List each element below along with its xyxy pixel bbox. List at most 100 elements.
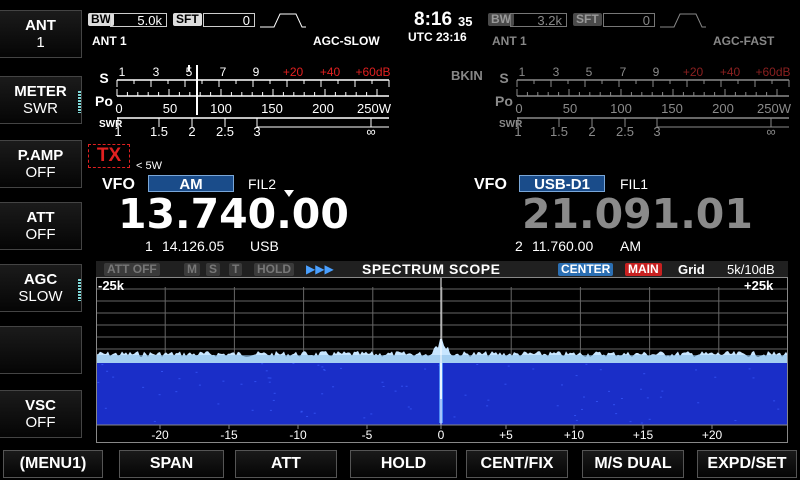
waterfall-noise bbox=[752, 377, 755, 379]
waterfall-noise bbox=[269, 409, 272, 411]
waterfall-noise bbox=[695, 369, 698, 371]
side-key-ant[interactable]: ANT 1 bbox=[0, 10, 82, 58]
side-key-value: OFF bbox=[25, 226, 56, 243]
bottom-key-expd-set[interactable]: EXPD/SET bbox=[697, 450, 797, 478]
waterfall-noise bbox=[507, 365, 510, 367]
po-scale-tick: 100 bbox=[210, 101, 232, 116]
waterfall-noise bbox=[405, 385, 408, 387]
bottom-key-span[interactable]: SPAN bbox=[119, 450, 224, 478]
scope-main[interactable]: MAIN bbox=[625, 263, 662, 276]
waterfall-noise bbox=[363, 417, 366, 419]
waterfall-noise bbox=[613, 404, 616, 406]
side-key-vsc[interactable]: VSC OFF bbox=[0, 390, 82, 438]
waterfall-noise bbox=[661, 390, 664, 392]
waterfall-noise bbox=[265, 370, 268, 372]
main-frequency[interactable]: 13.740.00 bbox=[118, 190, 349, 238]
swr-scale-tick: ∞ bbox=[366, 124, 375, 139]
side-key-agc[interactable]: AGC SLOW bbox=[0, 264, 82, 312]
waterfall-noise bbox=[198, 384, 201, 386]
waterfall-noise bbox=[556, 405, 559, 407]
swr-scale-tick: 1 bbox=[514, 124, 521, 139]
waterfall-noise bbox=[313, 412, 316, 414]
memo-mode: USB bbox=[250, 238, 279, 254]
waterfall-noise bbox=[640, 422, 643, 424]
waterfall-noise bbox=[217, 403, 220, 405]
scope-x-tick: -10 bbox=[289, 428, 307, 442]
po-scale-tick: 50 bbox=[563, 101, 577, 116]
swr-scale-tick: 2 bbox=[188, 124, 195, 139]
s-scale-tick: 3 bbox=[153, 65, 160, 79]
side-key-title: ATT bbox=[26, 209, 55, 226]
side-key-att[interactable]: ATT OFF bbox=[0, 202, 82, 250]
bottom-key-att[interactable]: ATT bbox=[235, 450, 337, 478]
waterfall-noise bbox=[659, 396, 662, 398]
po-meter-label: Po bbox=[495, 93, 513, 109]
sub-memo-frequency: 11.760.00 bbox=[532, 238, 594, 254]
waterfall-noise bbox=[464, 394, 467, 396]
spectrum-scope[interactable]: -20 -15 -10 -5 0 +5 +10 +15 +20 bbox=[96, 277, 788, 443]
waterfall-noise bbox=[532, 368, 535, 370]
po-scale-tick: 200 bbox=[312, 101, 334, 116]
bottom-key-m-s-dual[interactable]: M/S DUAL bbox=[582, 450, 684, 478]
side-key-pamp[interactable]: P.AMP OFF bbox=[0, 140, 82, 188]
scope-x-tick: -5 bbox=[362, 428, 373, 442]
swr-scale-tick: 2.5 bbox=[216, 124, 234, 139]
s-scale-tick: 9 bbox=[653, 65, 660, 79]
po-scale-tick: 150 bbox=[261, 101, 283, 116]
po-scale-tick: 100 bbox=[610, 101, 632, 116]
waterfall-noise bbox=[777, 408, 780, 410]
sub-filter-shape-icon bbox=[660, 13, 706, 28]
waterfall-noise bbox=[222, 380, 225, 382]
side-key-value: SLOW bbox=[18, 288, 63, 305]
sub-frequency[interactable]: 21.091.01 bbox=[522, 190, 753, 238]
waterfall-noise bbox=[599, 369, 602, 371]
waterfall-noise bbox=[620, 397, 623, 399]
bottom-key-hold[interactable]: HOLD bbox=[350, 450, 457, 478]
clock-time: 8:16 bbox=[414, 9, 453, 30]
bottom-key-cent-fix[interactable]: CENT/FIX bbox=[466, 450, 568, 478]
waterfall-noise bbox=[340, 367, 343, 369]
scope-s: S bbox=[206, 263, 221, 276]
s-meter-bar bbox=[196, 65, 198, 115]
scope-grid: Grid bbox=[678, 262, 705, 277]
waterfall-noise bbox=[97, 381, 100, 383]
s-scale-tick: 5 bbox=[586, 65, 593, 79]
scope-right-edge: +25k bbox=[744, 278, 774, 293]
waterfall-noise bbox=[382, 386, 385, 388]
waterfall-noise bbox=[561, 384, 564, 386]
side-key-title: AGC bbox=[23, 271, 58, 288]
waterfall-noise bbox=[714, 376, 717, 378]
s-scale-tick: +20 bbox=[283, 65, 304, 79]
waterfall-noise bbox=[486, 405, 489, 407]
waterfall-noise bbox=[575, 375, 578, 377]
po-scale-tick: 0 bbox=[115, 101, 122, 116]
tx-power: < 5W bbox=[136, 160, 162, 172]
scope-x-tick: +10 bbox=[564, 428, 585, 442]
scope-t: T bbox=[229, 263, 243, 276]
scope-center[interactable]: CENTER bbox=[558, 263, 614, 276]
swr-scale-tick: 1.5 bbox=[150, 124, 168, 139]
waterfall-noise bbox=[240, 383, 243, 385]
s-scale-tick: +40 bbox=[720, 65, 741, 79]
side-key-title: VSC bbox=[25, 397, 56, 414]
bottom-key-menu1[interactable]: (MENU1) bbox=[3, 450, 103, 478]
waterfall-noise bbox=[300, 411, 303, 413]
waterfall-noise bbox=[158, 394, 161, 396]
scope-att-off: ATT OFF bbox=[104, 263, 160, 276]
waterfall-noise bbox=[178, 378, 181, 380]
memo-number: 1 bbox=[145, 238, 153, 254]
scope-span: 5k/10dB bbox=[727, 262, 775, 277]
waterfall-noise bbox=[585, 363, 588, 365]
waterfall-noise bbox=[608, 390, 611, 392]
waterfall-noise bbox=[332, 386, 335, 388]
waterfall-noise bbox=[394, 390, 397, 392]
waterfall-noise bbox=[161, 371, 164, 373]
sub-sft-value: 0 bbox=[603, 13, 655, 28]
side-key-blank[interactable] bbox=[0, 326, 82, 374]
waterfall-noise bbox=[321, 366, 324, 368]
po-scale-tick: 200 bbox=[712, 101, 734, 116]
waterfall-noise bbox=[292, 363, 295, 365]
scope-x-tick: -20 bbox=[151, 428, 169, 442]
s-scale-tick: 1 bbox=[119, 65, 126, 79]
waterfall-noise bbox=[153, 420, 156, 422]
